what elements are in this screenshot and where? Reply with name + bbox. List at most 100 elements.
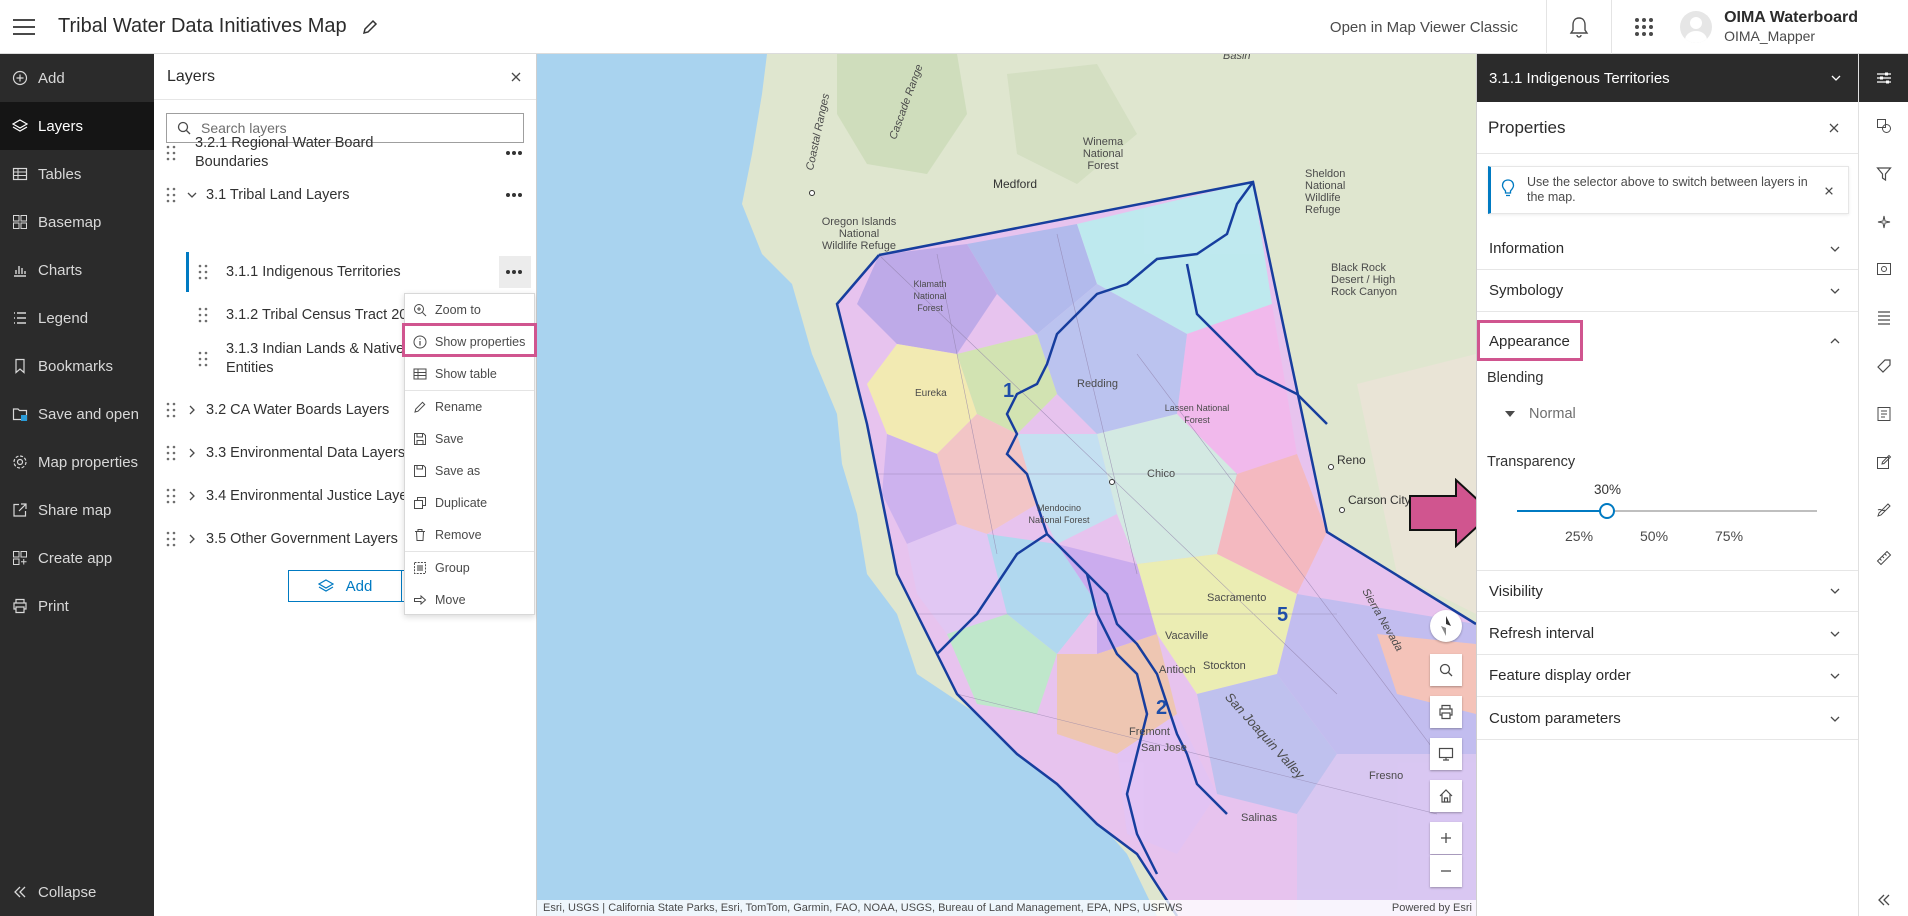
rail-effects[interactable] bbox=[1859, 198, 1908, 246]
drag-handle-icon[interactable] bbox=[198, 351, 208, 367]
layer-row-3-1-1[interactable]: 3.1.1 Indigenous Territories bbox=[154, 252, 537, 292]
section-symbology[interactable]: Symbology bbox=[1477, 270, 1859, 312]
blending-select[interactable]: Normal bbox=[1505, 406, 1576, 422]
nav-map-properties[interactable]: Map properties bbox=[0, 438, 154, 486]
menu-label: Save as bbox=[435, 464, 481, 478]
chevron-down-icon bbox=[1830, 716, 1840, 722]
zoom-in-button[interactable] bbox=[1430, 822, 1462, 854]
rail-sketch[interactable] bbox=[1859, 486, 1908, 534]
compass-button[interactable] bbox=[1430, 610, 1462, 642]
rail-properties[interactable] bbox=[1859, 54, 1908, 102]
transparency-slider[interactable] bbox=[1517, 503, 1817, 519]
nav-layers[interactable]: Layers bbox=[0, 102, 154, 150]
map-label-klamath: Klamath National Forest bbox=[913, 279, 947, 313]
drag-handle-icon[interactable] bbox=[166, 488, 176, 504]
chevron-right-icon[interactable] bbox=[186, 533, 198, 545]
menu-group[interactable]: Group bbox=[405, 552, 534, 584]
drag-handle-icon[interactable] bbox=[166, 445, 176, 461]
blending-value: Normal bbox=[1529, 406, 1576, 422]
print-map-button[interactable] bbox=[1430, 696, 1462, 728]
nav-legend[interactable]: Legend bbox=[0, 294, 154, 342]
layer-row-3-2-1[interactable]: 3.2.1 Regional Water Board Boundaries bbox=[154, 132, 537, 174]
chevron-down-icon[interactable] bbox=[186, 189, 198, 201]
map-view[interactable]: Basin Coastal Ranges Cascade Range Winem… bbox=[537, 54, 1476, 916]
close-icon[interactable] bbox=[1824, 186, 1834, 196]
drag-handle-icon[interactable] bbox=[198, 307, 208, 323]
menu-label: Rename bbox=[435, 400, 483, 414]
nav-add[interactable]: Add bbox=[0, 54, 154, 102]
menu-save-as[interactable]: Save as bbox=[405, 455, 534, 487]
nav-collapse[interactable]: Collapse bbox=[0, 868, 154, 916]
section-feature-display-order[interactable]: Feature display order bbox=[1477, 655, 1859, 697]
nav-label: Create app bbox=[38, 549, 113, 567]
menu-show-table[interactable]: Show table bbox=[405, 358, 534, 390]
fullscreen-button[interactable] bbox=[1430, 738, 1462, 770]
rail-styles[interactable] bbox=[1859, 102, 1908, 150]
folder-save-icon bbox=[12, 408, 28, 421]
drag-handle-icon[interactable] bbox=[166, 187, 176, 203]
rail-collapse[interactable] bbox=[1859, 892, 1908, 908]
section-label: Feature display order bbox=[1489, 667, 1631, 684]
nav-charts[interactable]: Charts bbox=[0, 246, 154, 294]
rail-labels[interactable] bbox=[1859, 342, 1908, 390]
menu-move[interactable]: Move bbox=[405, 584, 534, 616]
menu-save[interactable]: Save bbox=[405, 423, 534, 455]
add-layer-button[interactable]: Add bbox=[288, 570, 402, 602]
chevron-right-icon[interactable] bbox=[186, 490, 198, 502]
rail-filter[interactable] bbox=[1859, 150, 1908, 198]
nav-create-app[interactable]: Create app bbox=[0, 534, 154, 582]
close-icon[interactable] bbox=[1828, 122, 1840, 134]
transparency-value: 30% bbox=[1594, 482, 1622, 497]
rail-fields[interactable] bbox=[1859, 294, 1908, 342]
nav-bookmarks[interactable]: Bookmarks bbox=[0, 342, 154, 390]
powered-by-esri[interactable]: Powered by Esri bbox=[1392, 902, 1472, 916]
more-options-icon[interactable] bbox=[505, 269, 523, 275]
collapse-label: Collapse bbox=[38, 883, 97, 901]
drag-handle-icon[interactable] bbox=[166, 402, 176, 418]
slider-thumb[interactable] bbox=[1599, 503, 1615, 519]
layer-label: 3.1.2 Tribal Census Tract 20... bbox=[226, 306, 420, 323]
nav-save-open[interactable]: Save and open bbox=[0, 390, 154, 438]
section-visibility[interactable]: Visibility bbox=[1477, 570, 1859, 612]
rail-measure[interactable] bbox=[1859, 534, 1908, 582]
home-button[interactable] bbox=[1430, 780, 1462, 812]
drag-handle-icon[interactable] bbox=[166, 145, 176, 161]
more-options-icon[interactable] bbox=[505, 150, 523, 156]
edit-title-icon[interactable] bbox=[361, 18, 379, 36]
nav-share-map[interactable]: Share map bbox=[0, 486, 154, 534]
search-icon bbox=[1439, 663, 1453, 677]
chevron-right-icon[interactable] bbox=[186, 447, 198, 459]
menu-remove[interactable]: Remove bbox=[405, 519, 534, 551]
more-options-icon[interactable] bbox=[505, 192, 523, 198]
section-refresh-interval[interactable]: Refresh interval bbox=[1477, 613, 1859, 655]
section-information[interactable]: Information bbox=[1477, 228, 1859, 270]
selector-notice: Use the selector above to switch between… bbox=[1488, 166, 1849, 214]
map-search-button[interactable] bbox=[1430, 654, 1462, 686]
notifications-button[interactable] bbox=[1547, 0, 1611, 54]
rail-edit[interactable] bbox=[1859, 438, 1908, 486]
zoom-out-button[interactable] bbox=[1430, 855, 1462, 887]
drag-handle-icon[interactable] bbox=[198, 264, 208, 280]
tick-25: 25% bbox=[1565, 528, 1594, 544]
rail-forms[interactable] bbox=[1859, 390, 1908, 438]
chevron-right-icon[interactable] bbox=[186, 404, 198, 416]
user-menu[interactable]: OIMA Waterboard OIMA_Mapper bbox=[1676, 8, 1908, 46]
layer-selector[interactable]: 3.1.1 Indigenous Territories bbox=[1477, 54, 1858, 102]
drag-handle-icon[interactable] bbox=[166, 531, 176, 547]
layer-label-line2: Boundaries bbox=[195, 154, 269, 170]
nav-basemap[interactable]: Basemap bbox=[0, 198, 154, 246]
menu-icon[interactable] bbox=[13, 18, 35, 35]
close-icon[interactable] bbox=[510, 71, 522, 83]
layer-row-3-1-group[interactable]: 3.1 Tribal Land Layers bbox=[154, 174, 537, 216]
app-launcher-button[interactable] bbox=[1612, 0, 1676, 54]
menu-rename[interactable]: Rename bbox=[405, 391, 534, 423]
rail-popups[interactable] bbox=[1859, 246, 1908, 294]
nav-tables[interactable]: Tables bbox=[0, 150, 154, 198]
edit-icon bbox=[1877, 454, 1892, 469]
show-properties-highlight bbox=[402, 323, 537, 357]
section-custom-parameters[interactable]: Custom parameters bbox=[1477, 698, 1859, 740]
menu-duplicate[interactable]: Duplicate bbox=[405, 487, 534, 519]
open-classic-link[interactable]: Open in Map Viewer Classic bbox=[1330, 19, 1546, 36]
menu-zoom-to[interactable]: Zoom to bbox=[405, 294, 534, 326]
nav-print[interactable]: Print bbox=[0, 582, 154, 630]
